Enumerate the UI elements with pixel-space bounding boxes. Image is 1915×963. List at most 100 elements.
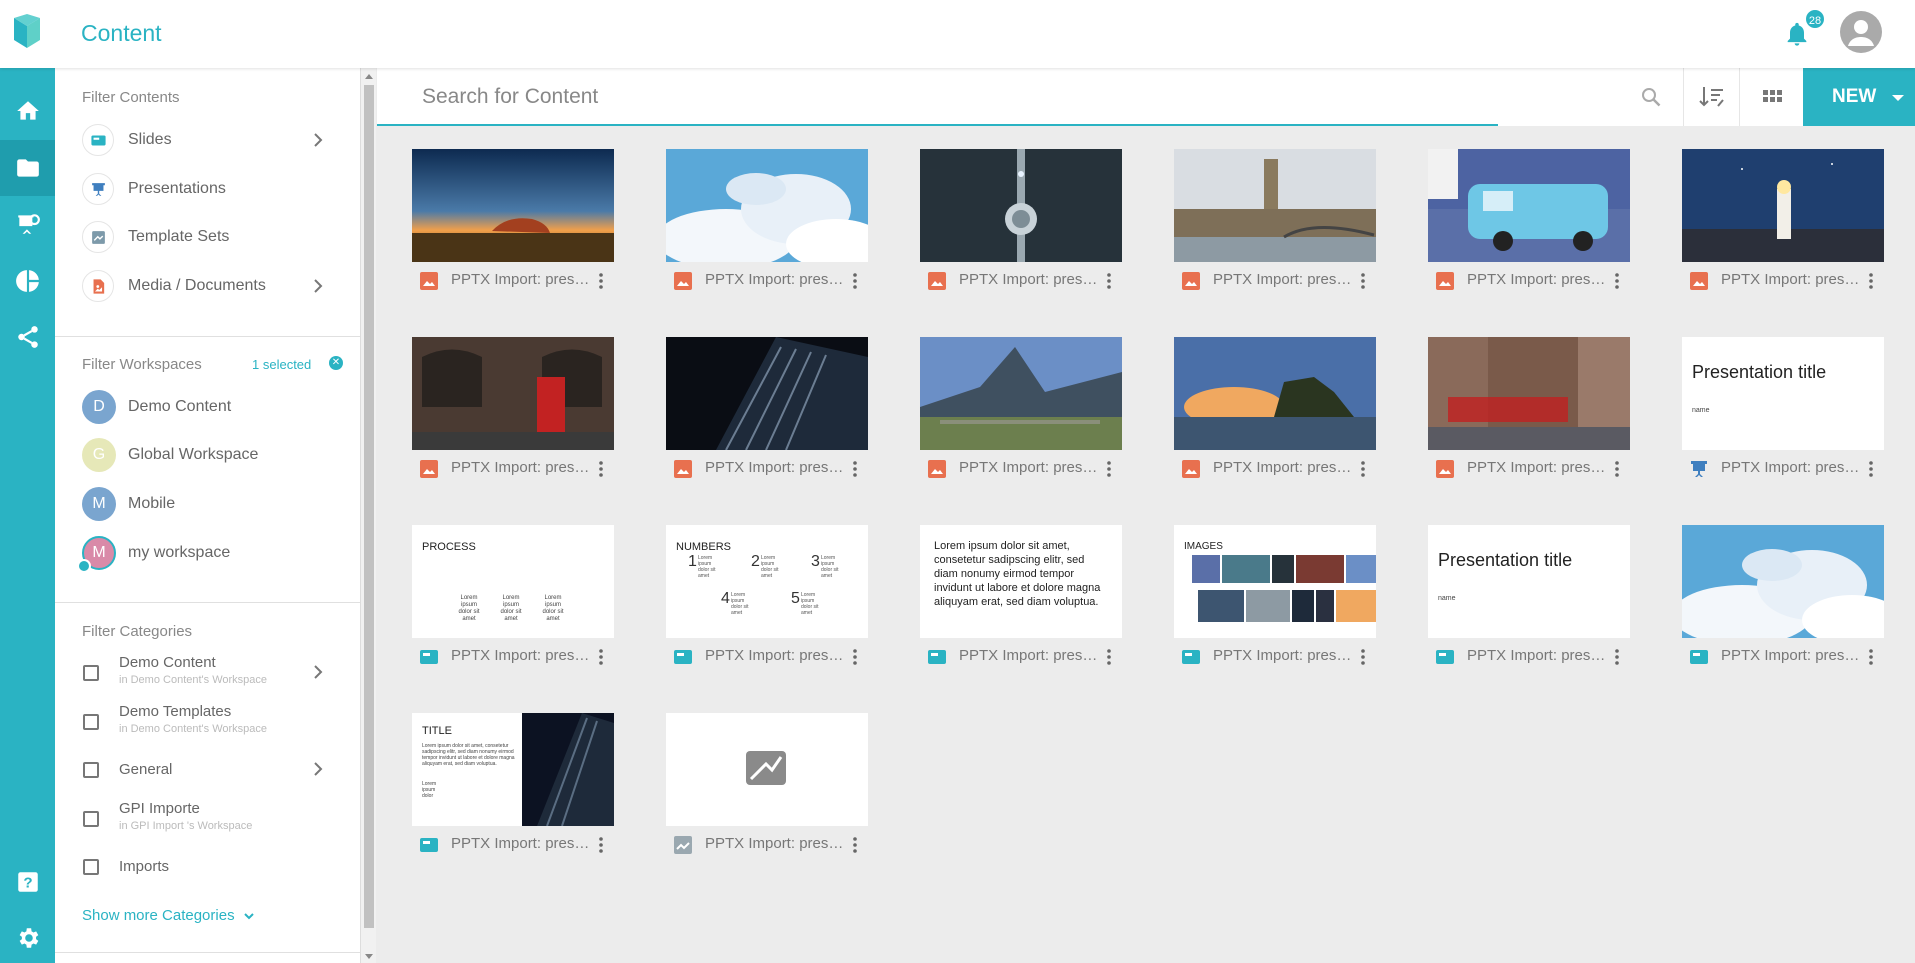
scrollbar-thumb[interactable]	[364, 85, 374, 928]
more-options-icon[interactable]	[597, 836, 605, 854]
content-thumbnail[interactable]: IMAGES	[1174, 525, 1376, 638]
chevron-right-icon[interactable]	[311, 279, 325, 293]
content-card[interactable]: PPTX Import: presentation	[1174, 337, 1376, 483]
search-icon[interactable]	[1639, 85, 1663, 109]
new-button[interactable]: NEW	[1803, 68, 1915, 126]
filter-presentations[interactable]: Presentations	[55, 168, 360, 210]
nav-content[interactable]	[0, 140, 55, 196]
category-demo-templates[interactable]: Demo Templates in Demo Content's Workspa…	[55, 700, 360, 744]
nav-presentations[interactable]	[0, 196, 55, 252]
more-options-icon[interactable]	[1359, 648, 1367, 666]
filter-media-documents[interactable]: Media / Documents	[55, 265, 360, 307]
grid-view-button[interactable]	[1739, 68, 1803, 126]
caret-down-icon[interactable]	[1892, 95, 1904, 101]
more-options-icon[interactable]	[851, 836, 859, 854]
clear-selection-icon[interactable]: ✕	[329, 356, 343, 370]
search-input[interactable]	[422, 81, 1582, 113]
nav-analytics[interactable]	[0, 253, 55, 309]
workspace-my-workspace[interactable]: M my workspace	[55, 532, 360, 574]
content-card[interactable]: Lorem ipsum dolor sit amet, consetetur s…	[920, 525, 1122, 671]
content-card[interactable]: PPTX Import: presentation	[920, 149, 1122, 295]
content-title[interactable]: PPTX Import: presentation	[451, 647, 593, 664]
content-title[interactable]: PPTX Import: presentation	[1213, 271, 1355, 288]
user-avatar[interactable]	[1840, 11, 1882, 53]
content-thumbnail[interactable]	[412, 149, 614, 262]
app-logo[interactable]	[12, 14, 42, 50]
content-title[interactable]: PPTX Import: presentation	[451, 271, 593, 288]
content-thumbnail[interactable]	[1682, 525, 1884, 638]
more-options-icon[interactable]	[1613, 648, 1621, 666]
content-card[interactable]: Presentation title name PPTX Import: prese…	[1428, 525, 1630, 671]
content-title[interactable]: PPTX Import: presentation	[1467, 647, 1609, 664]
more-options-icon[interactable]	[1867, 648, 1875, 666]
category-checkbox[interactable]	[83, 762, 99, 778]
content-title[interactable]: PPTX Import: presentation	[1721, 647, 1863, 664]
content-title[interactable]: PPTX Import: presentation	[1213, 647, 1355, 664]
more-options-icon[interactable]	[1105, 272, 1113, 290]
chevron-right-icon[interactable]	[311, 762, 325, 776]
content-card[interactable]: NUMBERS 1 Lorem ipsum dolor sit amet 2 Lorem…	[666, 525, 868, 671]
content-card[interactable]: PPTX Import: presentation	[1174, 149, 1376, 295]
content-card[interactable]: Presentation title name PPTX Import: prese…	[1682, 337, 1884, 483]
more-options-icon[interactable]	[1105, 648, 1113, 666]
content-card[interactable]: PPTX Import: presentation	[412, 337, 614, 483]
content-thumbnail[interactable]	[1174, 149, 1376, 262]
content-thumbnail[interactable]	[920, 149, 1122, 262]
content-card[interactable]: PPTX Import: presentation	[1428, 337, 1630, 483]
more-options-icon[interactable]	[1105, 460, 1113, 478]
more-options-icon[interactable]	[1613, 272, 1621, 290]
more-options-icon[interactable]	[851, 460, 859, 478]
content-title[interactable]: PPTX Import: presentation	[1467, 459, 1609, 476]
nav-home[interactable]	[0, 83, 55, 139]
content-title[interactable]: PPTX Import: presentation	[1721, 271, 1863, 288]
more-options-icon[interactable]	[851, 648, 859, 666]
chevron-right-icon[interactable]	[311, 133, 325, 147]
category-demo-content[interactable]: Demo Content in Demo Content's Workspace	[55, 651, 360, 695]
content-thumbnail[interactable]: PROCESS Lorem ipsum dolor sit amet Lorem i…	[412, 525, 614, 638]
more-options-icon[interactable]	[851, 272, 859, 290]
workspace-mobile[interactable]: M Mobile	[55, 483, 360, 525]
content-title[interactable]: PPTX Import: presentation	[705, 835, 847, 852]
content-card[interactable]: PPTX Import: presentation	[666, 713, 868, 859]
content-thumbnail[interactable]: NUMBERS 1 Lorem ipsum dolor sit amet 2 Lorem…	[666, 525, 868, 638]
workspace-demo-content[interactable]: D Demo Content	[55, 386, 360, 428]
filter-panel-scrollbar[interactable]	[360, 68, 376, 963]
more-options-icon[interactable]	[597, 460, 605, 478]
scroll-down-icon[interactable]	[365, 954, 373, 959]
content-thumbnail[interactable]: Presentation title name	[1428, 525, 1630, 638]
content-title[interactable]: PPTX Import: presentation	[1467, 271, 1609, 288]
content-thumbnail[interactable]	[412, 337, 614, 450]
content-thumbnail[interactable]	[1428, 149, 1630, 262]
content-card[interactable]: PPTX Import: presentation	[412, 149, 614, 295]
content-title[interactable]: PPTX Import: presentation	[705, 271, 847, 288]
content-title[interactable]: PPTX Import: presentation	[451, 459, 593, 476]
nav-help[interactable]: ?	[0, 854, 55, 910]
content-card[interactable]: PPTX Import: presentation	[920, 337, 1122, 483]
content-thumbnail[interactable]	[1428, 337, 1630, 450]
content-title[interactable]: PPTX Import: presentation	[959, 647, 1101, 664]
content-card[interactable]: PPTX Import: presentation	[1428, 149, 1630, 295]
category-checkbox[interactable]	[83, 859, 99, 875]
content-card[interactable]: TITLE Lorem ipsum dolor sit amet, consete…	[412, 713, 614, 859]
content-card[interactable]: PPTX Import: presentation	[1682, 149, 1884, 295]
scroll-up-icon[interactable]	[365, 74, 373, 79]
category-imports[interactable]: Imports	[55, 845, 360, 889]
more-options-icon[interactable]	[1359, 460, 1367, 478]
content-card[interactable]: PPTX Import: presentation	[666, 337, 868, 483]
content-thumbnail[interactable]: TITLE Lorem ipsum dolor sit amet, consete…	[412, 713, 614, 826]
sort-button[interactable]	[1683, 68, 1739, 126]
category-gpi-importe[interactable]: GPI Importe in GPI Import 's Workspace	[55, 797, 360, 841]
content-thumbnail[interactable]	[666, 149, 868, 262]
category-general[interactable]: General	[55, 748, 360, 792]
content-title[interactable]: PPTX Import: presentation	[1213, 459, 1355, 476]
content-thumbnail[interactable]: Presentation title name	[1682, 337, 1884, 450]
content-card[interactable]: PPTX Import: presentation	[1682, 525, 1884, 671]
category-checkbox[interactable]	[83, 665, 99, 681]
filter-slides[interactable]: Slides	[55, 119, 360, 161]
content-card[interactable]: IMAGES PPTX Import: presentation	[1174, 525, 1376, 671]
nav-share[interactable]	[0, 309, 55, 365]
more-options-icon[interactable]	[1867, 272, 1875, 290]
content-thumbnail[interactable]	[1174, 337, 1376, 450]
category-checkbox[interactable]	[83, 811, 99, 827]
more-options-icon[interactable]	[597, 648, 605, 666]
